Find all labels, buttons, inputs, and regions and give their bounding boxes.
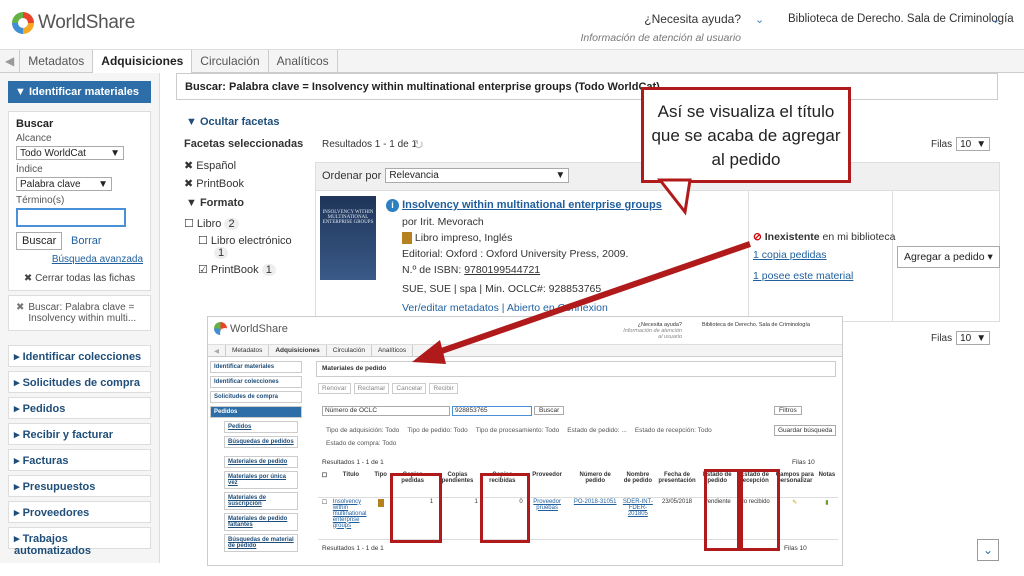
annotation-arrow [412,178,751,364]
arrow-line [429,241,751,358]
callout-tail [656,178,692,216]
arrow-head [412,340,446,364]
